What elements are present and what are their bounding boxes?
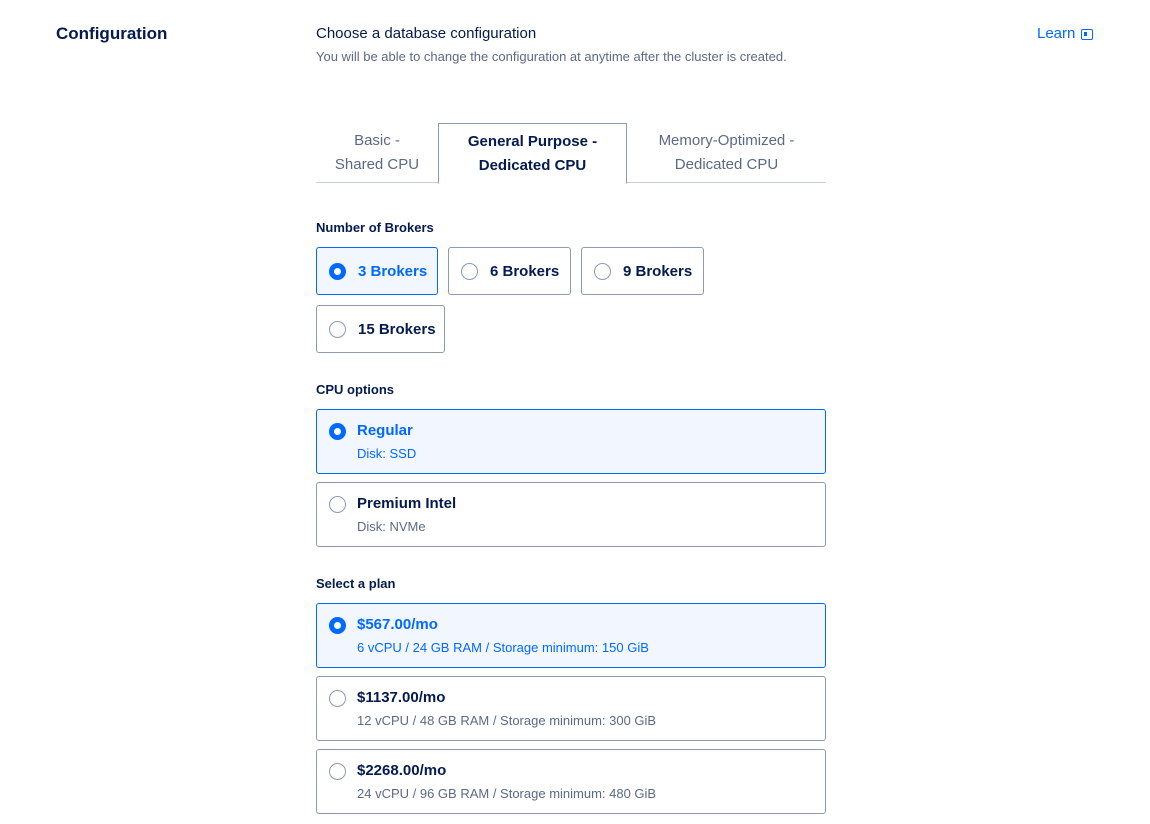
tab-label-line1: Basic - — [354, 132, 400, 149]
radio-unselected-icon — [461, 262, 478, 280]
radio-unselected-icon — [329, 690, 346, 707]
plan-option-2268[interactable]: $2268.00/mo 24 vCPU / 96 GB RAM / Storag… — [316, 749, 826, 814]
brokers-label: Number of Brokers — [316, 220, 434, 235]
cpu-option-disk: Disk: SSD — [357, 446, 417, 461]
plan-specs: 6 vCPU / 24 GB RAM / Storage minimum: 15… — [357, 640, 649, 655]
broker-option-label: 15 Brokers — [358, 320, 436, 338]
broker-option-6[interactable]: 6 Brokers — [448, 247, 571, 295]
broker-option-label: 3 Brokers — [358, 262, 428, 280]
plan-specs: 12 vCPU / 48 GB RAM / Storage minimum: 3… — [357, 713, 657, 728]
learn-link[interactable]: Learn — [1037, 25, 1094, 42]
radio-unselected-icon — [329, 763, 346, 780]
broker-option-label: 6 Brokers — [490, 262, 560, 280]
tab-label-line2: Dedicated CPU — [478, 156, 587, 174]
broker-option-15[interactable]: 15 Brokers — [316, 305, 445, 353]
radio-selected-icon — [329, 423, 346, 440]
configuration-section: Configuration Choose a database configur… — [0, 0, 1150, 824]
tab-memory-optimized-dedicated-cpu[interactable]: Memory-Optimized - Dedicated CPU — [627, 123, 826, 183]
plan-price: $1137.00/mo — [357, 689, 446, 706]
radio-selected-icon — [329, 617, 346, 634]
tab-general-purpose-dedicated-cpu[interactable]: General Purpose - Dedicated CPU — [438, 123, 627, 184]
plan-specs: 24 vCPU / 96 GB RAM / Storage minimum: 4… — [357, 786, 657, 801]
broker-option-9[interactable]: 9 Brokers — [581, 247, 704, 295]
section-title: Configuration — [56, 24, 168, 43]
config-heading: Choose a database configuration — [316, 25, 537, 42]
cpu-option-disk: Disk: NVMe — [357, 519, 426, 534]
radio-unselected-icon — [594, 262, 611, 280]
tab-label-line2: Dedicated CPU — [674, 156, 779, 173]
plan-price: $2268.00/mo — [357, 762, 447, 779]
cpu-options-label: CPU options — [316, 382, 394, 397]
tab-label-line2: Shared CPU — [334, 156, 420, 173]
broker-option-3[interactable]: 3 Brokers — [316, 247, 438, 295]
tab-basic-shared-cpu[interactable]: Basic - Shared CPU — [316, 123, 438, 183]
tab-label-line1: General Purpose - — [467, 132, 598, 150]
plan-option-567[interactable]: $567.00/mo 6 vCPU / 24 GB RAM / Storage … — [316, 603, 826, 668]
learn-label: Learn — [1037, 25, 1076, 42]
radio-unselected-icon — [329, 320, 346, 338]
cpu-option-regular[interactable]: Regular Disk: SSD — [316, 409, 826, 474]
docs-icon — [1081, 29, 1094, 40]
cpu-option-title: Regular — [357, 422, 413, 439]
radio-selected-icon — [329, 262, 346, 280]
config-subheading: You will be able to change the configura… — [316, 49, 787, 64]
cpu-option-title: Premium Intel — [357, 495, 457, 512]
plan-option-1137[interactable]: $1137.00/mo 12 vCPU / 48 GB RAM / Storag… — [316, 676, 826, 741]
cpu-option-premium-intel[interactable]: Premium Intel Disk: NVMe — [316, 482, 826, 547]
radio-unselected-icon — [329, 496, 346, 513]
tab-label-line1: Memory-Optimized - — [658, 132, 795, 149]
broker-option-label: 9 Brokers — [623, 262, 693, 280]
select-plan-label: Select a plan — [316, 576, 396, 591]
plan-price: $567.00/mo — [357, 616, 438, 633]
plan-type-tabs: Basic - Shared CPU General Purpose - Ded… — [316, 123, 826, 184]
